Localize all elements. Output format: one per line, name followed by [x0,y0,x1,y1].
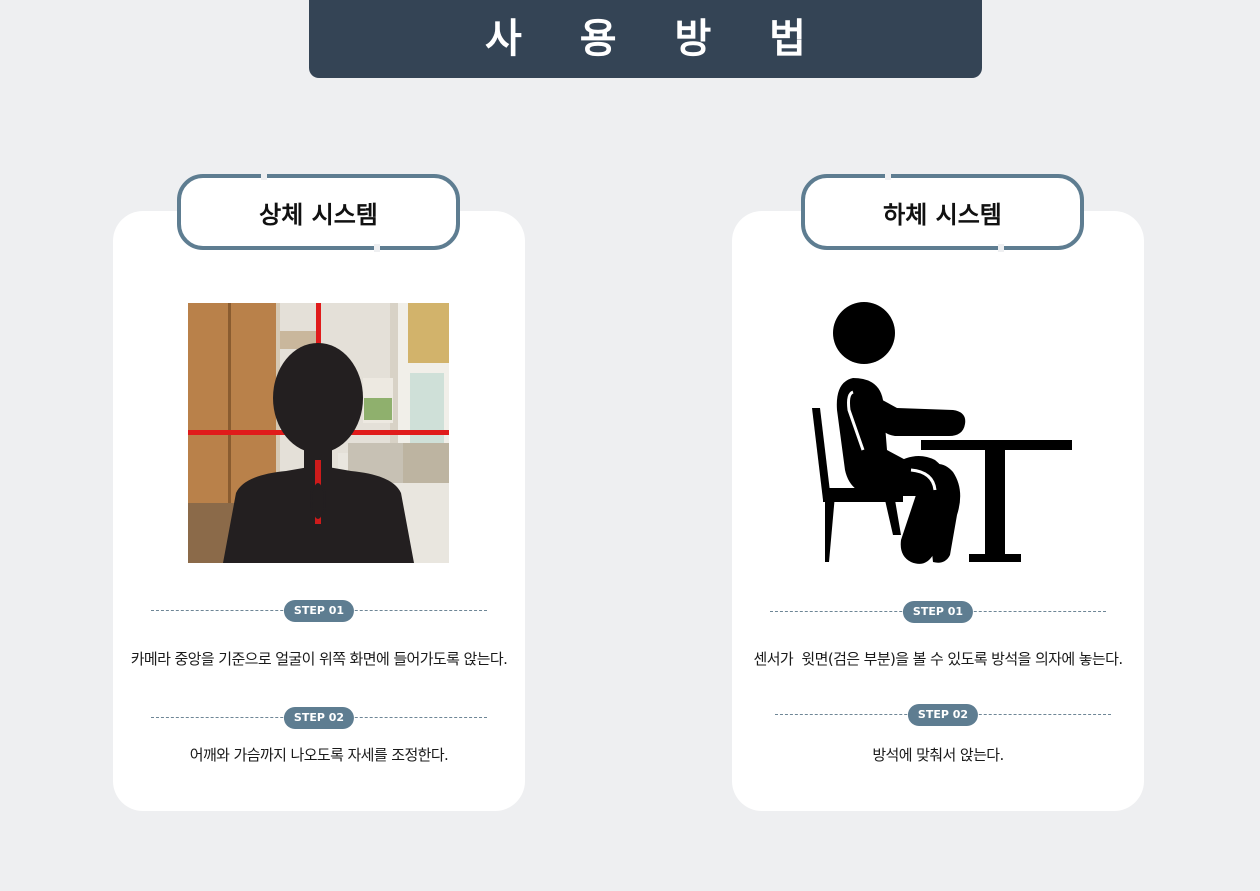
upper-body-camera-image [188,303,449,563]
lower-body-title: 하체 시스템 [883,200,1002,229]
page-title: 사 용 방 법 [485,16,828,62]
step-02-badge: STEP 02 [283,707,355,729]
upper-body-title: 상체 시스템 [259,200,378,229]
upper-step-01-text: 카메라 중앙을 기준으로 얼굴이 위쪽 화면에 들어가도록 앉는다. [130,650,508,668]
lower-body-title-tag: 하체 시스템 [801,172,1084,252]
lower-step-02-text: 방석에 맞춰서 앉는다. [872,746,1004,764]
page-header: 사 용 방 법 [309,0,982,78]
lower-step-02-row: STEP 02 [775,704,1111,726]
upper-step-02-row: STEP 02 [151,707,487,729]
step-01-badge: STEP 01 [283,600,355,622]
upper-body-title-tag: 상체 시스템 [177,172,460,252]
step-02-badge: STEP 02 [907,704,979,726]
step-01-badge: STEP 01 [902,601,974,623]
lower-step-01-row: STEP 01 [770,601,1106,623]
upper-step-01-row: STEP 01 [151,600,487,622]
upper-step-02-text: 어깨와 가슴까지 나오도록 자세를 조정한다. [189,746,449,764]
person-sitting-icon [812,302,1072,564]
lower-step-01-text: 센서가 윗면(검은 부분)을 볼 수 있도록 방석을 의자에 놓는다. [753,650,1124,668]
